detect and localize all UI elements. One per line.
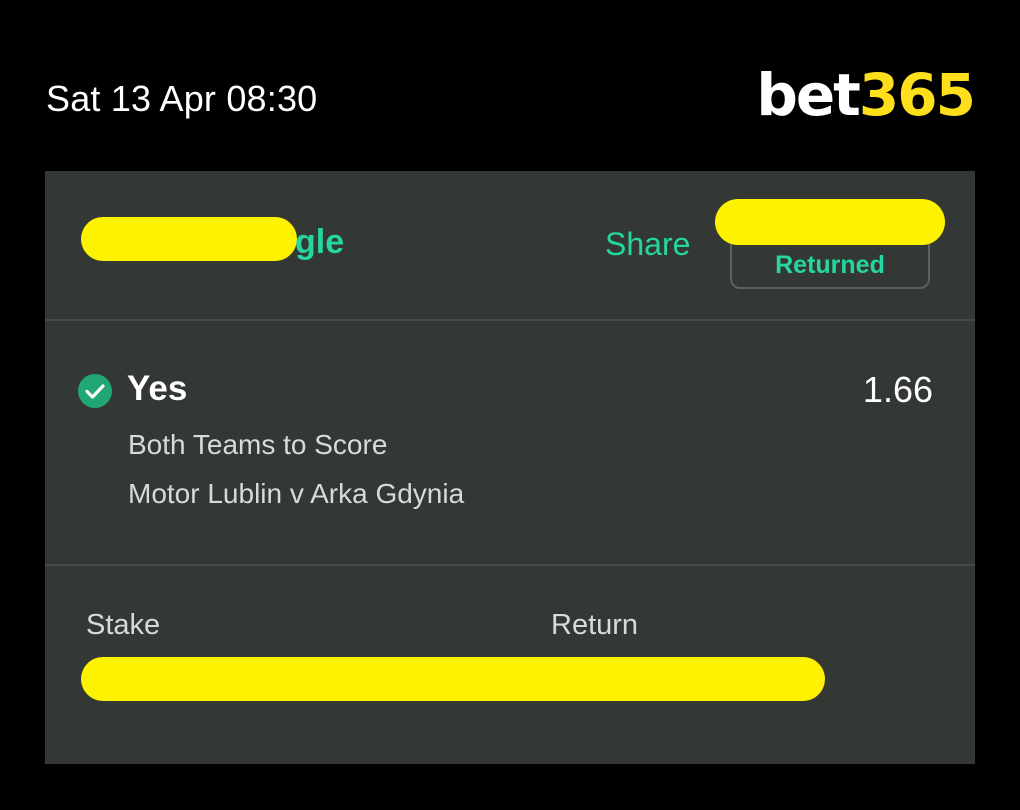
stake-label: Stake [86, 609, 161, 641]
check-circle-icon [78, 374, 112, 408]
selection-market: Both Teams to Score [128, 429, 388, 460]
bet-card-header: gle Share Returned [45, 171, 975, 321]
logo-number-text: 365 [858, 61, 976, 129]
bet-type-label: gle [295, 223, 345, 261]
selection-event: Motor Lublin v Arka Gdynia [128, 478, 465, 509]
selection-odds: 1.66 [862, 369, 933, 410]
bet365-logo: bet365 [756, 66, 976, 124]
screen: Sat 13 Apr 08:30 bet365 gle Share Return… [0, 0, 1020, 810]
redaction-status-top [715, 199, 945, 245]
share-button[interactable]: Share [605, 226, 690, 263]
return-label: Return [551, 609, 639, 641]
redaction-stake-return [81, 657, 825, 701]
status-badge-label: Returned [775, 251, 885, 279]
redaction-bet-type [81, 217, 297, 261]
bet-card: gle Share Returned Yes 1.66 Both Teams t… [45, 171, 975, 764]
logo-bet-text: bet [756, 61, 861, 129]
timestamp: Sat 13 Apr 08:30 [46, 78, 318, 119]
selection-row: Yes 1.66 Both Teams to Score Motor Lubli… [45, 321, 975, 566]
selection-name: Yes [127, 369, 188, 408]
